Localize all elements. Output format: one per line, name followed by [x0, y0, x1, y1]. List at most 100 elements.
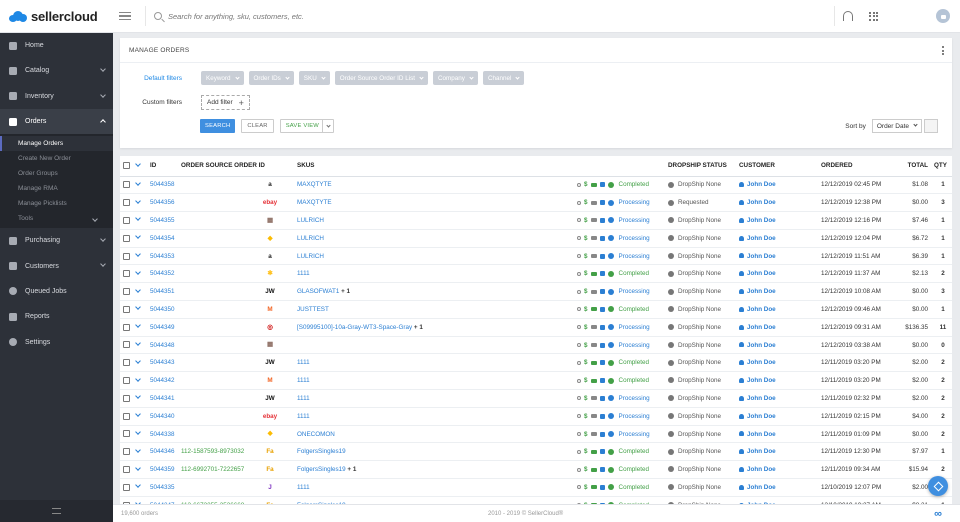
expand-row-icon[interactable]: [135, 180, 141, 186]
sidebar-item-purchasing[interactable]: Purchasing: [0, 228, 113, 253]
customer-link[interactable]: John Doe: [747, 199, 776, 206]
customer-link[interactable]: John Doe: [747, 448, 776, 455]
expand-row-icon[interactable]: [135, 322, 141, 329]
expand-row-icon[interactable]: [135, 197, 141, 204]
row-checkbox[interactable]: [123, 252, 130, 260]
table-row[interactable]: 5044343 JW 1111 $ Completed DropShip None Joh…: [120, 353, 952, 373]
source-order-id[interactable]: 112-1587593-8973032: [181, 448, 253, 455]
row-checkbox[interactable]: [123, 234, 130, 242]
col-id[interactable]: ID: [150, 156, 181, 177]
sidebar-item-settings[interactable]: Settings: [0, 329, 113, 354]
search-input[interactable]: [168, 11, 768, 21]
row-checkbox[interactable]: [123, 359, 130, 367]
expand-row-icon[interactable]: [135, 482, 141, 489]
table-row[interactable]: 5044346 112-1587593-8973032 Fa FolgersSingl…: [120, 442, 952, 462]
table-row[interactable]: 5044355 ▦ LULRICH $ Processing DropShip None…: [120, 211, 952, 230]
expand-row-icon[interactable]: [135, 269, 141, 275]
row-checkbox[interactable]: [123, 430, 130, 438]
filter-chip-company[interactable]: Company: [433, 71, 478, 85]
filter-chip-order-ids[interactable]: Order IDs: [248, 71, 294, 85]
infinite-scroll-icon[interactable]: ∞: [934, 508, 942, 520]
row-checkbox[interactable]: [123, 377, 130, 385]
sidebar-collapse[interactable]: [0, 500, 113, 522]
customer-link[interactable]: John Doe: [747, 324, 776, 331]
submenu-order-groups[interactable]: Order Groups: [0, 166, 113, 181]
order-id-link[interactable]: 5044338: [150, 425, 181, 444]
support-headset-icon[interactable]: [843, 11, 853, 21]
user-avatar[interactable]: [936, 9, 950, 23]
submenu-manage-picklists[interactable]: Manage Picklists: [0, 196, 113, 211]
order-id-link[interactable]: 5044348: [150, 336, 181, 355]
customer-link[interactable]: John Doe: [747, 235, 776, 242]
sku-link[interactable]: 1111: [297, 395, 310, 402]
order-id-link[interactable]: 5044335: [150, 478, 181, 497]
table-row[interactable]: 5044356 ebay MAXQTYTE $ Processing Requested…: [120, 193, 952, 213]
source-order-id[interactable]: 112-6992701-7222657: [181, 466, 253, 473]
sku-link[interactable]: 1111: [297, 413, 310, 420]
sidebar-item-catalog[interactable]: Catalog: [0, 58, 113, 83]
expand-row-icon[interactable]: [135, 233, 141, 240]
col-source-order-id[interactable]: ORDER SOURCE ORDER ID: [181, 156, 297, 177]
table-row[interactable]: 5044348 ▦ $ Processing DropShip None John Do…: [120, 336, 952, 355]
customer-link[interactable]: John Doe: [747, 395, 776, 402]
table-row[interactable]: 5044338 ◆ ONECOMON $ Processing DropShip Non…: [120, 425, 952, 444]
row-checkbox[interactable]: [123, 305, 130, 313]
table-row[interactable]: 5044340 ebay 1111 $ Processing DropShip None…: [120, 407, 952, 426]
order-id-link[interactable]: 5044353: [150, 247, 181, 266]
row-checkbox[interactable]: [123, 394, 130, 402]
sku-link[interactable]: FolgersSingles19: [297, 448, 346, 455]
row-checkbox[interactable]: [123, 181, 130, 189]
expand-row-icon[interactable]: [135, 429, 141, 435]
sku-link[interactable]: 1111: [297, 377, 310, 384]
expand-row-icon[interactable]: [135, 464, 141, 471]
expand-row-icon[interactable]: [135, 375, 141, 382]
menu-toggle-icon[interactable]: [119, 11, 131, 21]
sku-link[interactable]: [S09995100]-10a-Gray-WT3-Space-Gray: [297, 324, 412, 331]
row-checkbox[interactable]: [123, 341, 130, 349]
sku-link[interactable]: LULRICH: [297, 253, 324, 260]
row-checkbox[interactable]: [123, 323, 130, 331]
sidebar-item-queued-jobs[interactable]: Queued Jobs: [0, 279, 113, 304]
customer-link[interactable]: John Doe: [747, 484, 776, 491]
col-total[interactable]: TOTAL: [894, 156, 934, 177]
table-row[interactable]: 5044342 M 1111 $ Completed DropShip None John…: [120, 371, 952, 391]
expand-row-icon[interactable]: [135, 358, 141, 364]
apps-grid-icon[interactable]: [869, 11, 878, 21]
sku-link[interactable]: GLASOFWAT1: [297, 288, 339, 295]
expand-row-icon[interactable]: [135, 251, 141, 257]
table-row[interactable]: 5044351 JW GLASOFWAT1 + 1 $ Processing DropSh…: [120, 282, 952, 302]
order-id-link[interactable]: 5044349: [150, 318, 181, 337]
table-row[interactable]: 5044349 ◎ [S09995100]-10a-Gray-WT3-Space-G…: [120, 318, 952, 337]
sidebar-item-orders[interactable]: Orders: [0, 108, 113, 135]
customer-link[interactable]: John Doe: [747, 413, 776, 420]
sidebar-item-reports[interactable]: Reports: [0, 304, 113, 329]
table-row[interactable]: 5044347112-6673255-3536668FaFolgersSingl…: [120, 496, 952, 504]
sidebar-item-customers[interactable]: Customers: [0, 253, 113, 278]
col-qty[interactable]: QTY: [934, 156, 952, 177]
order-id-link[interactable]: 5044342: [150, 371, 181, 391]
sidebar-item-home[interactable]: Home: [0, 33, 113, 58]
table-row[interactable]: 5044335 J 1111 $ Completed DropShip None John…: [120, 478, 952, 497]
filter-chip-sku[interactable]: SKU: [298, 71, 330, 85]
table-row[interactable]: 5044354 ◆ LULRICH $ Processing DropShip None…: [120, 229, 952, 248]
sku-link[interactable]: MAXQTYTE: [297, 199, 332, 206]
floating-action-button[interactable]: [928, 476, 948, 496]
col-customer[interactable]: CUSTOMER: [739, 156, 821, 177]
expand-row-icon[interactable]: [135, 447, 141, 453]
search-button[interactable]: SEARCH: [200, 119, 236, 133]
customer-link[interactable]: John Doe: [747, 270, 776, 277]
order-id-link[interactable]: 5044355: [150, 211, 181, 230]
sku-link[interactable]: 1111: [297, 484, 310, 491]
customer-link[interactable]: John Doe: [747, 359, 776, 366]
submenu-manage-rma[interactable]: Manage RMA: [0, 181, 113, 196]
expand-all-icon[interactable]: [135, 160, 141, 167]
order-id-link[interactable]: 5044350: [150, 300, 181, 319]
col-dropship-status[interactable]: DROPSHIP STATUS: [668, 156, 739, 177]
customer-link[interactable]: John Doe: [747, 253, 776, 260]
order-id-link[interactable]: 5044356: [150, 193, 181, 213]
order-id-link[interactable]: 5044343: [150, 353, 181, 373]
customer-link[interactable]: John Doe: [747, 431, 776, 438]
sku-link[interactable]: 1111: [297, 270, 310, 277]
add-filter-button[interactable]: Add filter +: [201, 95, 250, 110]
expand-row-icon[interactable]: [135, 215, 141, 222]
